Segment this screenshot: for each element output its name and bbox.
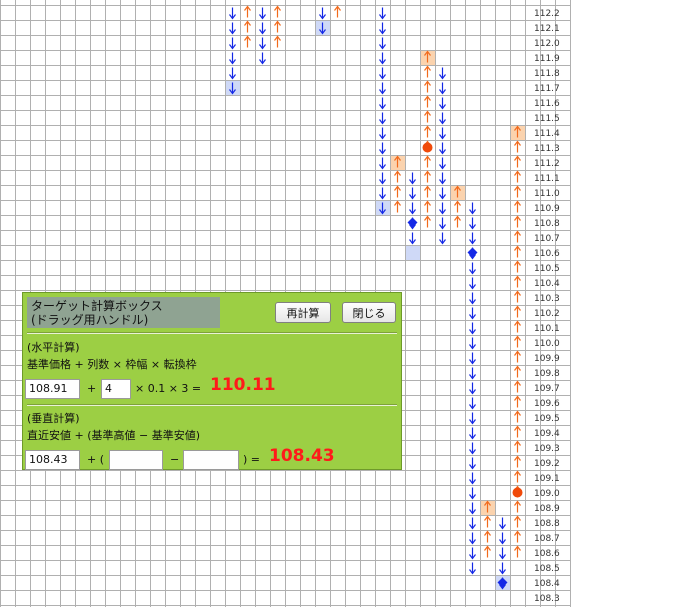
- price-axis-label: 110.7: [534, 234, 560, 244]
- price-axis-label: 108.6: [534, 549, 560, 559]
- price-axis-label: 112.2: [534, 9, 560, 19]
- price-axis-label: 111.7: [534, 84, 560, 94]
- plus-open-paren: + (: [87, 453, 105, 466]
- price-axis-label: 108.5: [534, 564, 560, 574]
- price-axis-label: 110.0: [534, 339, 560, 349]
- price-axis-label: 111.1: [534, 174, 560, 184]
- divider: [27, 332, 397, 334]
- calc-box-title-line1: ターゲット計算ボックス: [31, 299, 163, 313]
- recalculate-button[interactable]: 再計算: [275, 302, 331, 323]
- base-price-input[interactable]: 108.91: [25, 379, 80, 399]
- price-axis-label: 111.8: [534, 69, 560, 79]
- price-axis-label: 108.8: [534, 519, 560, 529]
- price-axis-label: 110.3: [534, 294, 560, 304]
- price-axis-label: 109.2: [534, 459, 560, 469]
- price-axis-label: 110.4: [534, 279, 560, 289]
- price-axis-label: 110.6: [534, 249, 560, 259]
- base-low-input[interactable]: [183, 450, 239, 470]
- price-axis-label: 109.8: [534, 369, 560, 379]
- close-button[interactable]: 閉じる: [342, 302, 396, 323]
- horizontal-result: 110.11: [210, 375, 276, 395]
- price-axis-label: 111.6: [534, 99, 560, 109]
- price-axis-label: 110.8: [534, 219, 560, 229]
- sell-signal-marker: [512, 487, 523, 498]
- horizontal-formula: 基準価格 + 列数 × 枠幅 × 転換枠: [27, 358, 197, 371]
- price-axis-label: 109.9: [534, 354, 560, 364]
- highlight-cell: [406, 246, 420, 260]
- buy-signal-marker: [407, 217, 418, 228]
- price-axis-label: 109.0: [534, 489, 560, 499]
- recent-low-input[interactable]: 108.43: [25, 450, 80, 470]
- price-axis-label: 111.9: [534, 54, 560, 64]
- box-multiplier-text: × 0.1 × 3 =: [135, 382, 202, 395]
- sell-signal-marker: [422, 142, 433, 153]
- price-axis-label: 109.1: [534, 474, 560, 484]
- price-axis-label: 111.2: [534, 159, 560, 169]
- vertical-result: 108.43: [269, 446, 335, 466]
- price-axis-label: 109.7: [534, 384, 560, 394]
- price-axis-label: 108.7: [534, 534, 560, 544]
- price-axis-label: 110.1: [534, 324, 560, 334]
- price-axis-label: 112.0: [534, 39, 560, 49]
- buy-signal-marker: [467, 247, 478, 258]
- price-axis-label: 111.0: [534, 189, 560, 199]
- target-calculation-box[interactable]: ターゲット計算ボックス (ドラッグ用ハンドル) 再計算 閉じる (水平計算) 基…: [22, 292, 402, 470]
- drag-handle[interactable]: ターゲット計算ボックス (ドラッグ用ハンドル): [27, 297, 220, 328]
- horizontal-heading: (水平計算): [27, 341, 80, 354]
- column-count-input[interactable]: 4: [101, 379, 131, 399]
- price-axis-label: 111.4: [534, 129, 560, 139]
- plus-operator: +: [87, 382, 97, 395]
- price-axis-label: 109.3: [534, 444, 560, 454]
- price-axis-label: 108.3: [534, 594, 560, 604]
- price-axis-label: 110.9: [534, 204, 560, 214]
- price-axis-label: 111.3: [534, 144, 560, 154]
- divider: [27, 404, 397, 406]
- price-axis-label: 108.9: [534, 504, 560, 514]
- price-axis-label: 111.5: [534, 114, 560, 124]
- close-paren-equals: ) =: [243, 453, 261, 466]
- price-axis-label: 110.2: [534, 309, 560, 319]
- price-axis-label: 109.4: [534, 429, 560, 439]
- minus-operator: −: [170, 453, 180, 466]
- price-axis-label: 112.1: [534, 24, 560, 34]
- vertical-formula: 直近安値 + (基準高値 − 基準安値): [27, 429, 201, 442]
- price-axis-label: 109.5: [534, 414, 560, 424]
- calc-box-title-line2: (ドラッグ用ハンドル): [31, 313, 149, 327]
- price-axis-label: 108.4: [534, 579, 560, 589]
- vertical-heading: (垂直計算): [27, 412, 80, 425]
- price-axis-label: 110.5: [534, 264, 560, 274]
- price-axis-label: 109.6: [534, 399, 560, 409]
- base-high-input[interactable]: [109, 450, 163, 470]
